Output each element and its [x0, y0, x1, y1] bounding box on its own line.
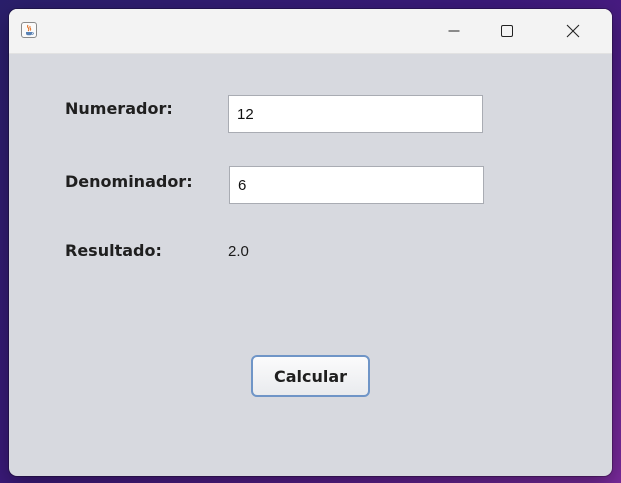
calcular-button[interactable]: Calcular [251, 355, 370, 397]
app-window: Numerador: Denominador: Resultado: 2.0 C… [9, 9, 612, 476]
maximize-icon [501, 25, 513, 37]
numerador-input[interactable] [228, 95, 483, 133]
numerador-label: Numerador: [65, 99, 173, 118]
denominador-label: Denominador: [65, 172, 193, 191]
minimize-icon [448, 30, 460, 32]
maximize-button[interactable] [484, 9, 530, 53]
resultado-label: Resultado: [65, 241, 162, 260]
resultado-value: 2.0 [228, 243, 249, 260]
java-coffee-cup-icon[interactable] [21, 22, 37, 38]
minimize-button[interactable] [431, 9, 477, 53]
title-bar[interactable] [9, 9, 612, 54]
denominador-input[interactable] [229, 166, 484, 204]
close-icon [566, 24, 580, 38]
close-button[interactable] [550, 9, 596, 53]
